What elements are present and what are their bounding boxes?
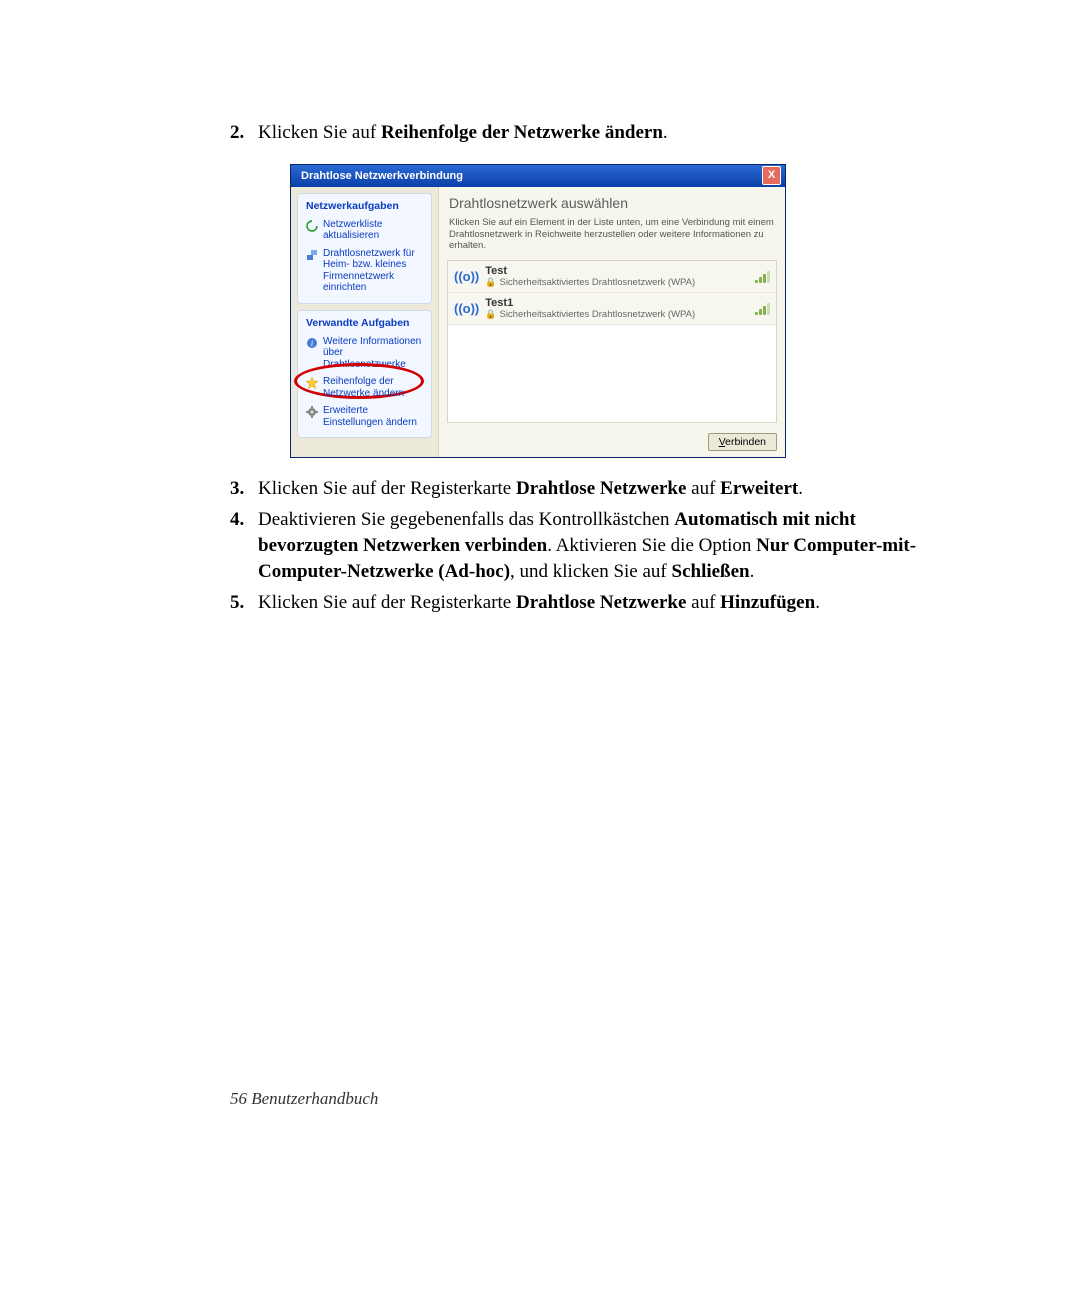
text: . — [750, 561, 755, 582]
bold-text: Hinzufügen — [720, 592, 815, 613]
lock-icon: 🔒 — [485, 309, 496, 319]
instruction-list: 2. Klicken Sie auf Reihenfolge der Netzw… — [230, 120, 940, 146]
bold-text: Schließen — [672, 561, 750, 582]
link-text: Drahtlosnetzwerk für Heim- bzw. kleines … — [323, 248, 423, 294]
wireless-icon: ((o)) — [454, 301, 479, 316]
security-text: Sicherheitsaktiviertes Drahtlosnetzwerk … — [499, 309, 695, 320]
step-number: 4. — [230, 507, 258, 584]
step-2: 2. Klicken Sie auf Reihenfolge der Netzw… — [230, 120, 940, 146]
star-icon — [306, 377, 318, 389]
network-security: 🔒Sicherheitsaktiviertes Drahtlosnetzwerk… — [485, 309, 749, 320]
step-number: 5. — [230, 590, 258, 616]
bold-text: Erweitert — [720, 478, 798, 499]
document-page: 2. Klicken Sie auf Reihenfolge der Netzw… — [0, 0, 1080, 1309]
text: Klicken Sie auf — [258, 122, 381, 143]
network-tasks-box: Netzwerkaufgaben Netzwerkliste aktualisi… — [297, 193, 432, 304]
network-info: Test 🔒Sicherheitsaktiviertes Drahtlosnet… — [485, 265, 749, 288]
text: Klicken Sie auf der Registerkarte — [258, 592, 516, 613]
step-text: Klicken Sie auf der Registerkarte Drahtl… — [258, 590, 820, 616]
task-advanced-settings[interactable]: Erweiterte Einstellungen ändern — [306, 402, 423, 431]
connect-button[interactable]: Verbinden — [708, 433, 777, 451]
text: Klicken Sie auf der Registerkarte — [258, 478, 516, 499]
signal-bars-icon — [755, 271, 770, 283]
task-change-order[interactable]: Reihenfolge der Netzwerke ändern — [306, 373, 423, 402]
security-text: Sicherheitsaktiviertes Drahtlosnetzwerk … — [499, 277, 695, 288]
dialog-title: Drahtlose Netzwerkverbindung — [301, 170, 463, 182]
close-icon: X — [768, 170, 775, 181]
task-setup-network[interactable]: Drahtlosnetzwerk für Heim- bzw. kleines … — [306, 245, 423, 297]
text: . — [798, 478, 803, 499]
bold-text: Reihenfolge der Netzwerke ändern — [381, 122, 663, 143]
dialog-footer: Verbinden — [439, 427, 785, 457]
text: . — [663, 122, 668, 143]
link-text: Erweiterte Einstellungen ändern — [323, 405, 423, 428]
bold-text: Drahtlose Netzwerke — [516, 478, 686, 499]
step-3: 3. Klicken Sie auf der Registerkarte Dra… — [230, 476, 940, 502]
step-number: 3. — [230, 476, 258, 502]
step-text: Deaktivieren Sie gegebenenfalls das Kont… — [258, 507, 940, 584]
step-5: 5. Klicken Sie auf der Registerkarte Dra… — [230, 590, 940, 616]
step-text: Klicken Sie auf Reihenfolge der Netzwerk… — [258, 120, 668, 146]
network-name: Test — [485, 265, 749, 277]
tasks-heading: Netzwerkaufgaben — [306, 200, 423, 212]
network-setup-icon — [306, 249, 318, 261]
main-pane: Drahtlosnetzwerk auswählen Klicken Sie a… — [438, 187, 785, 457]
task-refresh-list[interactable]: Netzwerkliste aktualisieren — [306, 216, 423, 245]
page-footer: 56 Benutzerhandbuch — [230, 1089, 378, 1109]
network-item[interactable]: ((o)) Test1 🔒Sicherheitsaktiviertes Drah… — [448, 293, 776, 325]
side-pane: Netzwerkaufgaben Netzwerkliste aktualisi… — [291, 187, 438, 457]
wireless-icon: ((o)) — [454, 269, 479, 284]
main-subtitle: Klicken Sie auf ein Element in der Liste… — [449, 217, 775, 253]
text: auf — [686, 592, 720, 613]
bold-text: Drahtlose Netzwerke — [516, 592, 686, 613]
dialog-body: Netzwerkaufgaben Netzwerkliste aktualisi… — [291, 187, 785, 457]
refresh-icon — [306, 220, 318, 232]
text: . Aktivieren Sie die Option — [547, 535, 756, 556]
signal-bars-icon — [755, 303, 770, 315]
network-item[interactable]: ((o)) Test 🔒Sicherheitsaktiviertes Draht… — [448, 261, 776, 293]
related-heading: Verwandte Aufgaben — [306, 317, 423, 329]
related-tasks-box: Verwandte Aufgaben i Weitere Information… — [297, 310, 432, 439]
text: auf — [686, 478, 720, 499]
network-list: ((o)) Test 🔒Sicherheitsaktiviertes Draht… — [447, 260, 777, 422]
step-number: 2. — [230, 120, 258, 146]
text: , und klicken Sie auf — [510, 561, 671, 582]
svg-text:i: i — [311, 339, 313, 348]
text: Deaktivieren Sie gegebenenfalls das Kont… — [258, 509, 674, 530]
info-icon: i — [306, 337, 318, 349]
gear-icon — [306, 406, 318, 418]
instruction-list-cont: 3. Klicken Sie auf der Registerkarte Dra… — [230, 476, 940, 616]
network-info: Test1 🔒Sicherheitsaktiviertes Drahtlosne… — [485, 297, 749, 320]
close-button[interactable]: X — [762, 166, 781, 185]
main-header: Drahtlosnetzwerk auswählen Klicken Sie a… — [439, 187, 785, 257]
button-label-rest: erbinden — [725, 436, 766, 448]
step-4: 4. Deaktivieren Sie gegebenenfalls das K… — [230, 507, 940, 584]
task-more-info[interactable]: i Weitere Informationen über Drahtlosnet… — [306, 333, 423, 374]
embedded-dialog: Drahtlose Netzwerkverbindung X Netzwerka… — [290, 164, 786, 458]
network-name: Test1 — [485, 297, 749, 309]
step-text: Klicken Sie auf der Registerkarte Drahtl… — [258, 476, 803, 502]
link-text: Weitere Informationen über Drahtlosnetzw… — [323, 336, 423, 371]
network-security: 🔒Sicherheitsaktiviertes Drahtlosnetzwerk… — [485, 277, 749, 288]
lock-icon: 🔒 — [485, 277, 496, 287]
titlebar: Drahtlose Netzwerkverbindung X — [291, 165, 785, 187]
main-title: Drahtlosnetzwerk auswählen — [449, 195, 775, 211]
link-text: Netzwerkliste aktualisieren — [323, 219, 423, 242]
link-text: Reihenfolge der Netzwerke ändern — [323, 376, 423, 399]
text: . — [815, 592, 820, 613]
